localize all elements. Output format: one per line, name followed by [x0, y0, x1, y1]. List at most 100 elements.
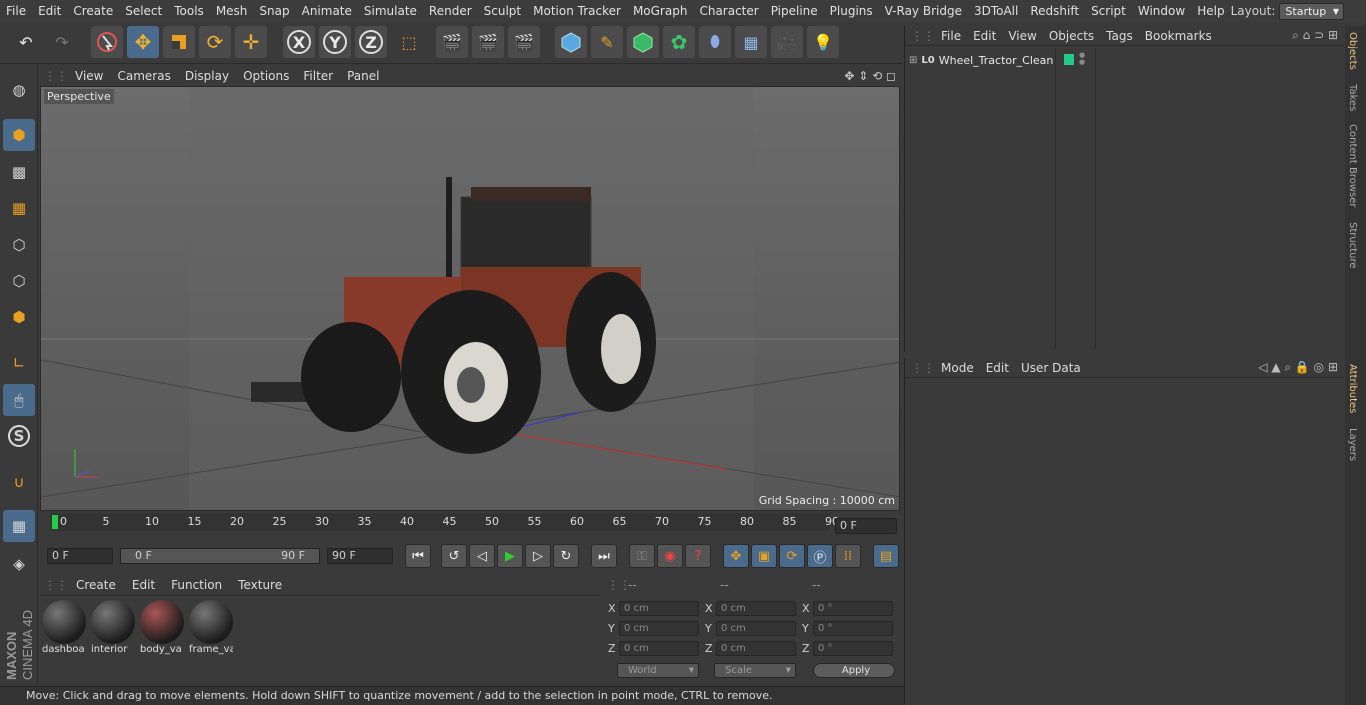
tab-attributes[interactable]: Attributes	[1347, 364, 1358, 413]
timeline-playhead[interactable]	[52, 515, 58, 529]
light-button[interactable]: 💡	[807, 26, 839, 58]
go-to-end-button[interactable]: ⏭	[591, 544, 617, 568]
menu-plugins[interactable]: Plugins	[824, 4, 879, 18]
floor-button[interactable]: ▦	[735, 26, 767, 58]
position-z-field[interactable]: 0 cm	[619, 641, 699, 656]
tab-structure[interactable]: Structure	[1347, 222, 1358, 269]
object-menu-tags[interactable]: Tags	[1100, 29, 1139, 43]
material-swatch[interactable]: frame_va	[189, 600, 233, 656]
key-position-button[interactable]: ✥	[723, 544, 749, 568]
rotate-tool-button[interactable]: ⟳	[199, 26, 231, 58]
tab-layers[interactable]: Layers	[1347, 428, 1358, 461]
go-to-start-button[interactable]: ⏮	[405, 544, 431, 568]
position-x-field[interactable]: 0 cm	[619, 601, 699, 616]
visibility-dots-icon[interactable]: ● ●	[1079, 52, 1085, 66]
frame-range-slider[interactable]: 0 F 90 F	[120, 548, 320, 564]
menu-character[interactable]: Character	[693, 4, 764, 18]
size-z-field[interactable]: 0 cm	[716, 641, 796, 656]
material-menu-texture[interactable]: Texture	[230, 578, 290, 592]
edges-mode-button[interactable]: ⬡	[3, 265, 35, 297]
workplane-mode-button[interactable]: ▦	[3, 192, 35, 224]
previous-frame-button[interactable]: ◁	[469, 544, 495, 568]
transform-tool-button[interactable]: ✛	[235, 26, 267, 58]
key-rotation-button[interactable]: ⟳	[779, 544, 805, 568]
play-button[interactable]: ▶	[497, 544, 523, 568]
viewport-menu-options[interactable]: Options	[236, 69, 296, 83]
size-x-field[interactable]: 0 cm	[716, 601, 796, 616]
menu-window[interactable]: Window	[1132, 4, 1191, 18]
material-menu-edit[interactable]: Edit	[124, 578, 163, 592]
object-menu-view[interactable]: View	[1002, 29, 1042, 43]
subdivision-button[interactable]	[627, 26, 659, 58]
size-y-field[interactable]: 0 cm	[716, 621, 796, 636]
menu-pipeline[interactable]: Pipeline	[765, 4, 824, 18]
pen-spline-button[interactable]: ✎	[591, 26, 623, 58]
cube-button[interactable]	[555, 26, 587, 58]
snap-button[interactable]: ∪	[3, 466, 35, 498]
camera-button[interactable]: 🎥	[771, 26, 803, 58]
menu-mesh[interactable]: Mesh	[210, 4, 254, 18]
menu-mograph[interactable]: MoGraph	[627, 4, 694, 18]
menu-select[interactable]: Select	[119, 4, 168, 18]
autokeying-button[interactable]: ◉	[657, 544, 683, 568]
previous-key-button[interactable]: ↺	[441, 544, 467, 568]
coordinate-system-select[interactable]: World ▼	[617, 663, 699, 678]
key-parameter-button[interactable]: Ⓟ	[807, 544, 833, 568]
current-frame-field[interactable]: 0 F	[835, 518, 897, 534]
menu-create[interactable]: Create	[67, 4, 119, 18]
planar-workplane-button[interactable]: ◈	[3, 548, 35, 580]
end-frame-field[interactable]: 90 F	[327, 548, 393, 564]
points-mode-button[interactable]: ⬡	[3, 229, 35, 261]
material-swatch[interactable]: body_va	[140, 600, 184, 656]
scale-mode-select[interactable]: Scale ▼	[714, 663, 796, 678]
move-tool-button[interactable]: ✥	[127, 26, 159, 58]
tab-content-browser[interactable]: Content Browser	[1347, 124, 1358, 207]
menu-simulate[interactable]: Simulate	[358, 4, 423, 18]
keyframe-selection-button[interactable]: ?	[685, 544, 711, 568]
tab-takes[interactable]: Takes	[1347, 84, 1358, 111]
menu-snap[interactable]: Snap	[253, 4, 295, 18]
record-keys-button[interactable]: ⚿	[629, 544, 655, 568]
x-axis-lock-button[interactable]: X	[283, 26, 315, 58]
next-key-button[interactable]: ↻	[553, 544, 579, 568]
perspective-viewport[interactable]: Perspective Grid Spacing : 10000 cm	[40, 86, 900, 511]
menu-vray-bridge[interactable]: V-Ray Bridge	[879, 4, 968, 18]
attribute-menu-edit[interactable]: Edit	[980, 361, 1015, 375]
redo-button[interactable]: ↷	[46, 26, 78, 58]
object-menu-file[interactable]: File	[935, 29, 967, 43]
key-scale-button[interactable]: ▣	[751, 544, 777, 568]
rotation-h-field[interactable]: 0 °	[813, 601, 893, 616]
model-mode-button[interactable]: ⬢	[3, 119, 35, 151]
make-editable-button[interactable]: ◍	[3, 74, 35, 106]
material-menu-function[interactable]: Function	[163, 578, 230, 592]
menu-3dtoall[interactable]: 3DToAll	[968, 4, 1024, 18]
scale-tool-button[interactable]	[163, 26, 195, 58]
viewport-menu-view[interactable]: View	[68, 69, 110, 83]
menu-sculpt[interactable]: Sculpt	[478, 4, 527, 18]
layout-select[interactable]: Startup ▼	[1279, 2, 1344, 20]
attribute-toolbar-icons[interactable]: ◁ ▲ ⌕ 🔒 ◎ ⊞	[1258, 360, 1338, 375]
object-menu-objects[interactable]: Objects	[1043, 29, 1100, 43]
menu-help[interactable]: Help	[1191, 4, 1230, 18]
menu-motion-tracker[interactable]: Motion Tracker	[527, 4, 627, 18]
menu-edit[interactable]: Edit	[32, 4, 67, 18]
render-settings-button[interactable]: 🎬	[508, 26, 540, 58]
tab-objects[interactable]: Objects	[1347, 32, 1358, 70]
start-frame-field[interactable]: 0 F	[47, 548, 113, 564]
viewport-menu-panel[interactable]: Panel	[340, 69, 386, 83]
object-menu-bookmarks[interactable]: Bookmarks	[1139, 29, 1218, 43]
rotation-b-field[interactable]: 0 °	[813, 641, 893, 656]
key-pla-button[interactable]: ⁞⁞	[835, 544, 861, 568]
solo-button[interactable]: S	[3, 420, 35, 452]
object-toolbar-icons[interactable]: ⌕ ⌂ ⊃ ⊞	[1292, 28, 1338, 43]
apply-button[interactable]: Apply	[813, 663, 895, 678]
object-menu-edit[interactable]: Edit	[967, 29, 1002, 43]
attribute-menu-mode[interactable]: Mode	[935, 361, 980, 375]
timeline-ruler[interactable]: 0 5 10 15 20 25 30 35 40 45 50 55 60 65 70 75 80 85 90 0 F	[40, 513, 900, 539]
z-axis-lock-button[interactable]: Z	[355, 26, 387, 58]
undo-button[interactable]: ↶	[10, 26, 42, 58]
menu-redshift[interactable]: Redshift	[1024, 4, 1085, 18]
viewport-menu-display[interactable]: Display	[178, 69, 236, 83]
next-frame-button[interactable]: ▷	[525, 544, 551, 568]
live-selection-button[interactable]	[91, 26, 123, 58]
